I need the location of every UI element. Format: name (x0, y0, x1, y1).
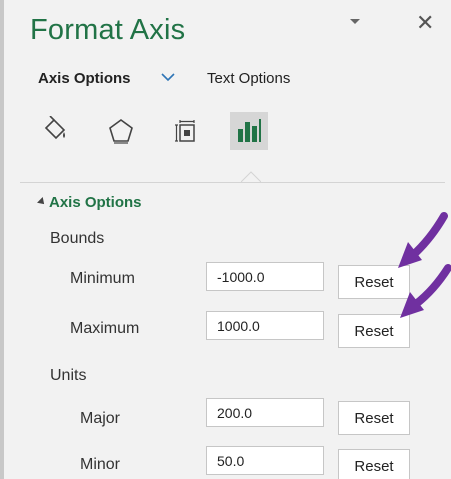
tab-text-options[interactable]: Text Options (207, 70, 290, 87)
minimum-label: Minimum (70, 270, 135, 287)
fill-line-icon[interactable] (36, 112, 74, 150)
effects-icon[interactable] (102, 112, 140, 150)
minimum-field[interactable] (206, 262, 324, 291)
format-axis-pane: Format Axis ✕ Axis Options Text Options (0, 0, 451, 479)
bounds-label: Bounds (50, 230, 105, 247)
active-tab-pointer (241, 171, 261, 183)
close-button[interactable]: ✕ (416, 12, 434, 34)
divider (20, 182, 445, 183)
collapse-triangle-icon[interactable] (37, 197, 47, 207)
annotation-arrow-icon (400, 264, 451, 318)
tab-chevron-icon[interactable] (161, 71, 175, 85)
pane-title: Format Axis (30, 14, 186, 46)
units-label: Units (50, 367, 87, 384)
major-field[interactable] (206, 398, 324, 427)
minor-label: Minor (80, 456, 121, 473)
reset-minor-button[interactable]: Reset (338, 449, 410, 479)
minor-field[interactable] (206, 446, 324, 475)
reset-major-button[interactable]: Reset (338, 401, 410, 435)
major-label: Major (80, 410, 121, 427)
size-properties-icon[interactable] (167, 112, 205, 150)
axis-options-icon[interactable] (230, 112, 268, 150)
section-title-axis-options[interactable]: Axis Options (49, 194, 142, 211)
maximum-field[interactable] (206, 311, 324, 340)
tab-axis-options[interactable]: Axis Options (38, 70, 131, 87)
chevron-down-icon[interactable] (348, 13, 362, 29)
maximum-label: Maximum (70, 320, 140, 337)
